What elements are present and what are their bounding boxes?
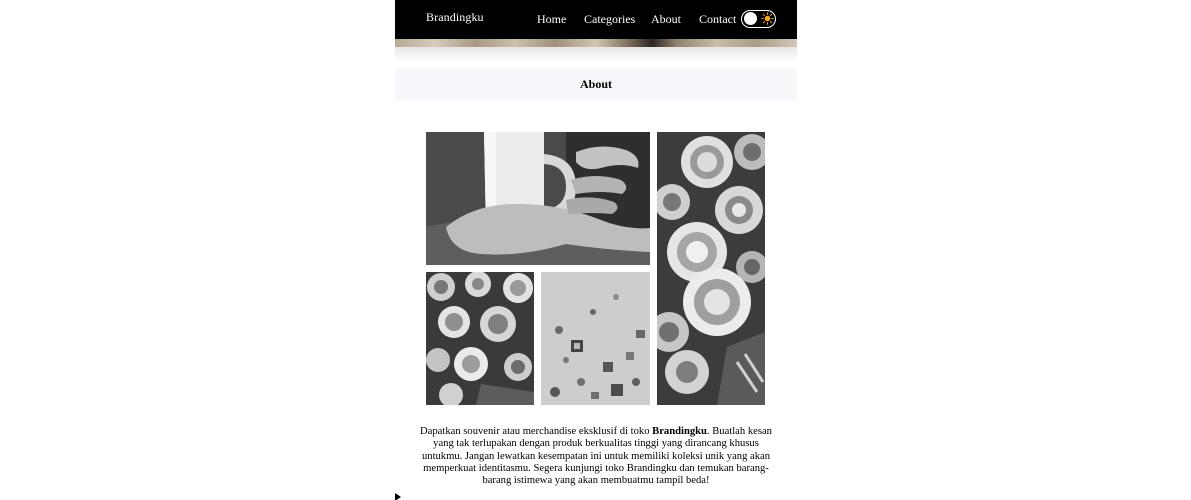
nav-link-contact[interactable]: Contact — [699, 12, 736, 27]
mug-in-hand-photo — [426, 132, 650, 265]
wall-souvenirs-photo — [541, 272, 650, 405]
brand-logo[interactable]: Brandingku — [426, 10, 484, 25]
navbar: Brandingku Home Categories About Contact — [395, 0, 797, 39]
nav-link-categories[interactable]: Categories — [584, 12, 635, 27]
brand-name-bold: Brandingku — [652, 426, 707, 437]
theme-toggle[interactable] — [741, 10, 776, 28]
about-description: Dapatkan souvenir atau merchandise ekskl… — [420, 426, 772, 487]
toggle-knob — [744, 12, 757, 25]
hero-shadow — [395, 47, 797, 61]
decorative-plates-tall-photo — [657, 132, 765, 405]
decorative-plates-small-photo — [426, 272, 534, 405]
nav-link-about[interactable]: About — [651, 12, 681, 27]
sun-icon — [761, 12, 774, 25]
section-header: About — [395, 68, 797, 101]
nav-link-home[interactable]: Home — [537, 12, 566, 27]
section-title: About — [579, 77, 612, 91]
cursor-marker — [395, 493, 401, 500]
page: Brandingku Home Categories About Contact — [395, 0, 797, 500]
hero-image-strip — [395, 39, 797, 47]
